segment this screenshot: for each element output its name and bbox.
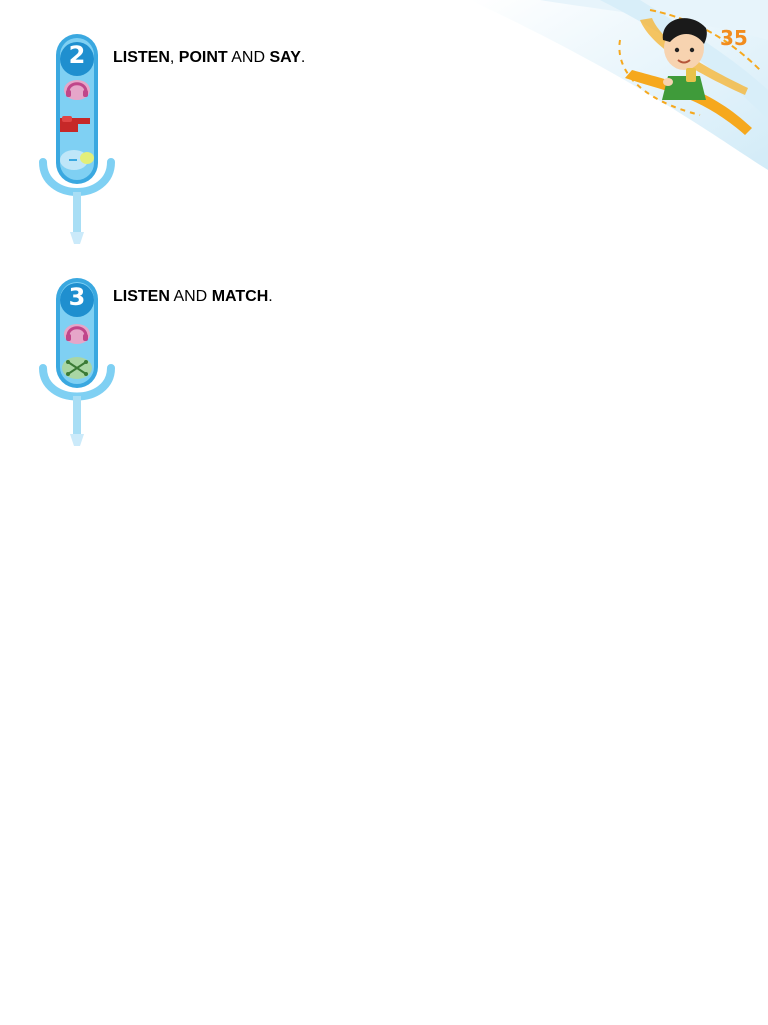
headphones-icon: [64, 80, 90, 100]
exercise-number: 2: [68, 41, 86, 69]
instruction-part: POINT: [178, 49, 228, 66]
instruction-part: LISTEN: [113, 288, 170, 305]
boy-illustration: [662, 18, 707, 100]
page-number: 35: [720, 26, 748, 50]
instruction-part: SAY: [269, 49, 301, 66]
instruction-part: MATCH: [211, 288, 269, 305]
exercise-3-microphone: 3: [38, 276, 116, 448]
exercise-3-instruction: LISTEN AND MATCH.: [113, 288, 273, 306]
instruction-part: AND: [169, 288, 212, 305]
headphones-icon: [64, 324, 90, 344]
exercise-2-microphone: 2: [38, 32, 116, 246]
instruction-part: ,: [169, 49, 179, 66]
instruction-part: AND: [227, 49, 270, 66]
instruction-part: LISTEN: [113, 49, 170, 66]
instruction-part: .: [268, 288, 273, 305]
exercise-number: 3: [68, 283, 86, 311]
exercise-2-instruction: LISTEN, POINT AND SAY.: [113, 49, 305, 67]
instruction-part: .: [300, 49, 306, 66]
match-lines-icon: [62, 357, 92, 379]
